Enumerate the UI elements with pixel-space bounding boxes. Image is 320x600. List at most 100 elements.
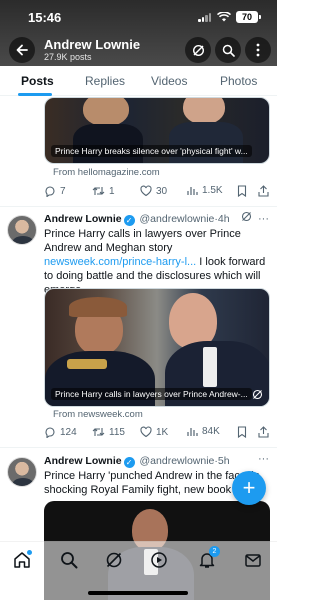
views-button[interactable]: 84K — [187, 426, 220, 437]
tweet-divider — [0, 447, 277, 448]
link-source[interactable]: From newsweek.com — [53, 409, 143, 420]
tweet-media-card[interactable]: Prince Harry calls in lawyers over Princ… — [44, 288, 270, 407]
tweet-text-before-link: Prince Harry calls in lawyers over Princ… — [44, 228, 241, 254]
view-count: 84K — [202, 426, 220, 437]
share-button[interactable] — [258, 426, 269, 438]
more-options-button[interactable] — [245, 37, 271, 63]
photo-figure-right — [183, 98, 225, 124]
avatar[interactable] — [7, 215, 37, 245]
tab-replies[interactable]: Replies — [85, 74, 125, 88]
home-indicator — [88, 591, 188, 595]
share-button[interactable] — [258, 185, 269, 197]
tweet-more-button[interactable]: ··· — [258, 453, 269, 465]
photo-figure-uniform — [73, 124, 143, 163]
tweet-header: Andrew Lownie ✓ @andrewlownie·5h — [44, 455, 230, 468]
bookmark-button[interactable] — [237, 426, 247, 438]
nav-search[interactable] — [60, 551, 80, 571]
profile-header: 15:46 70 Andrew Lownie 27.9K posts — [0, 0, 277, 66]
media-caption: Prince Harry calls in lawyers over Princ… — [51, 388, 252, 400]
grok-icon — [106, 552, 122, 568]
communities-icon — [151, 552, 167, 568]
grok-button[interactable] — [185, 37, 211, 63]
mail-icon — [245, 554, 261, 567]
tab-posts[interactable]: Posts — [21, 74, 54, 88]
plus-icon: + — [242, 475, 256, 500]
signal-icon — [198, 12, 212, 22]
avatar[interactable] — [7, 457, 37, 487]
more-horizontal-icon: ··· — [258, 453, 269, 465]
tweet-time: 4h — [217, 213, 230, 225]
search-icon — [61, 552, 78, 569]
reply-icon — [45, 427, 55, 438]
wifi-icon — [217, 12, 231, 22]
retweet-count: 1 — [109, 185, 115, 197]
author-name[interactable]: Andrew Lownie — [44, 455, 122, 467]
tweet-header: Andrew Lownie ✓ @andrewlownie·4h — [44, 213, 230, 226]
post-count: 27.9K posts — [44, 52, 92, 62]
like-button[interactable]: 30 — [140, 185, 167, 197]
home-unread-dot — [27, 550, 32, 555]
more-vertical-icon — [256, 43, 260, 57]
search-icon — [222, 44, 235, 57]
author-handle[interactable]: @andrewlownie — [140, 213, 215, 225]
status-time: 15:46 — [28, 10, 62, 25]
grok-image-icon[interactable] — [252, 389, 263, 400]
nav-notifications[interactable]: 2 — [198, 546, 220, 571]
tab-videos[interactable]: Videos — [151, 74, 187, 88]
share-icon — [258, 185, 269, 197]
view-count: 1.5K — [202, 185, 223, 196]
grok-icon — [192, 44, 204, 56]
reply-button[interactable]: 124 — [44, 426, 77, 438]
like-count: 1K — [156, 426, 169, 438]
search-button[interactable] — [215, 37, 241, 63]
compose-button[interactable]: + — [232, 471, 266, 505]
tweet-more-button[interactable]: ··· — [241, 211, 269, 225]
reply-icon — [45, 186, 55, 197]
author-name[interactable]: Andrew Lownie — [44, 213, 122, 225]
nav-home[interactable] — [13, 550, 33, 571]
back-button[interactable] — [9, 37, 35, 63]
reply-count: 7 — [60, 185, 66, 197]
nav-grok[interactable] — [105, 551, 125, 571]
link-source[interactable]: From hellomagazine.com — [53, 167, 160, 178]
bottom-nav: 2 — [0, 541, 277, 600]
photo-figure-left — [83, 98, 129, 126]
retweet-icon — [92, 187, 105, 195]
bookmark-button[interactable] — [237, 185, 247, 197]
arrow-left-icon — [16, 44, 28, 56]
views-button[interactable]: 1.5K — [187, 185, 223, 196]
heart-icon — [140, 426, 152, 438]
bookmark-icon — [237, 185, 247, 197]
tweet-time: 5h — [217, 455, 230, 467]
profile-title-box: Andrew Lownie 27.9K posts — [44, 37, 140, 63]
tweet-text: Prince Harry calls in lawyers over Princ… — [44, 227, 272, 297]
photo-figure-suit — [169, 122, 243, 163]
like-button[interactable]: 1K — [140, 426, 168, 438]
nav-communities[interactable] — [150, 551, 170, 571]
tweet-divider — [0, 206, 277, 207]
heart-icon — [140, 185, 152, 197]
retweet-button[interactable]: 1 — [92, 185, 115, 197]
retweet-button[interactable]: 115 — [92, 426, 125, 438]
tweet-link[interactable]: newsweek.com/prince-harry-l... — [44, 256, 196, 268]
notification-badge: 2 — [209, 546, 220, 557]
views-chart-icon — [187, 187, 198, 195]
tab-photos[interactable]: Photos — [220, 74, 257, 88]
profile-name: Andrew Lownie — [44, 37, 141, 52]
reply-button[interactable]: 7 — [44, 185, 66, 197]
nav-messages[interactable] — [244, 551, 264, 571]
photo-shirt — [203, 347, 217, 387]
views-chart-icon — [187, 428, 198, 436]
more-horizontal-icon: ··· — [258, 213, 269, 225]
battery-indicator: 70 — [236, 11, 261, 23]
tweet-media-card[interactable]: Prince Harry breaks silence over 'physic… — [44, 97, 270, 164]
share-icon — [258, 426, 269, 438]
bookmark-icon — [237, 426, 247, 438]
author-handle[interactable]: @andrewlownie — [140, 455, 215, 467]
reply-count: 124 — [60, 426, 77, 438]
photo-harry-hair — [69, 297, 127, 317]
tweet-actions: 124 115 1K 84K — [44, 426, 272, 442]
verified-badge-icon: ✓ — [123, 457, 135, 468]
verified-badge-icon: ✓ — [123, 215, 135, 226]
retweet-count: 115 — [109, 426, 125, 438]
